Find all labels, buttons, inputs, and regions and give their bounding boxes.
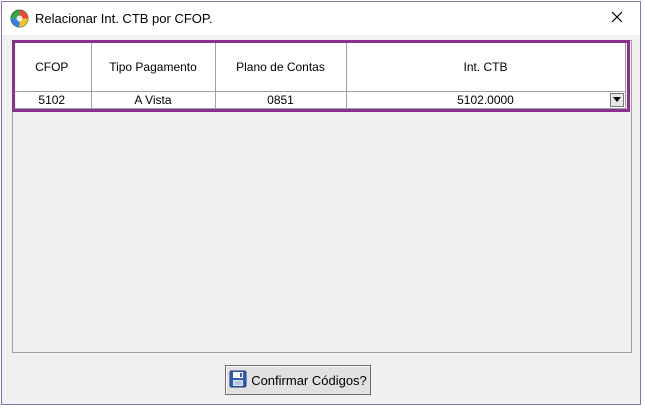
window-title: Relacionar Int. CTB por CFOP.: [35, 11, 213, 26]
int-ctb-dropdown-button[interactable]: [609, 92, 624, 107]
confirm-codes-button[interactable]: Confirmar Códigos?: [225, 365, 371, 395]
close-button[interactable]: [594, 2, 640, 35]
title-bar: Relacionar Int. CTB por CFOP.: [2, 2, 640, 35]
cell-int-ctb[interactable]: 5102.0000: [346, 91, 626, 109]
cell-tipo-pagamento[interactable]: A Vista: [91, 91, 216, 109]
table-row[interactable]: 5102 A Vista 0851 5102.0000: [13, 91, 626, 109]
cfop-grid: CFOP Tipo Pagamento Plano de Contas Int.…: [13, 43, 626, 109]
cell-int-ctb-value: 5102.0000: [457, 92, 514, 107]
save-floppy-icon: [229, 370, 247, 391]
cell-cfop[interactable]: 5102: [13, 91, 92, 109]
confirm-codes-label: Confirmar Códigos?: [251, 372, 367, 388]
cell-plano-de-contas[interactable]: 0851: [215, 91, 347, 109]
column-header-plano-de-contas[interactable]: Plano de Contas: [215, 43, 347, 92]
grid-header-row: CFOP Tipo Pagamento Plano de Contas Int.…: [13, 43, 626, 92]
close-icon: [611, 11, 623, 26]
column-header-cfop[interactable]: CFOP: [13, 43, 92, 92]
chevron-down-icon: [612, 97, 621, 102]
app-globe-icon: [10, 9, 29, 28]
column-header-int-ctb[interactable]: Int. CTB: [346, 43, 626, 92]
column-header-tipo-pagamento[interactable]: Tipo Pagamento: [91, 43, 216, 92]
